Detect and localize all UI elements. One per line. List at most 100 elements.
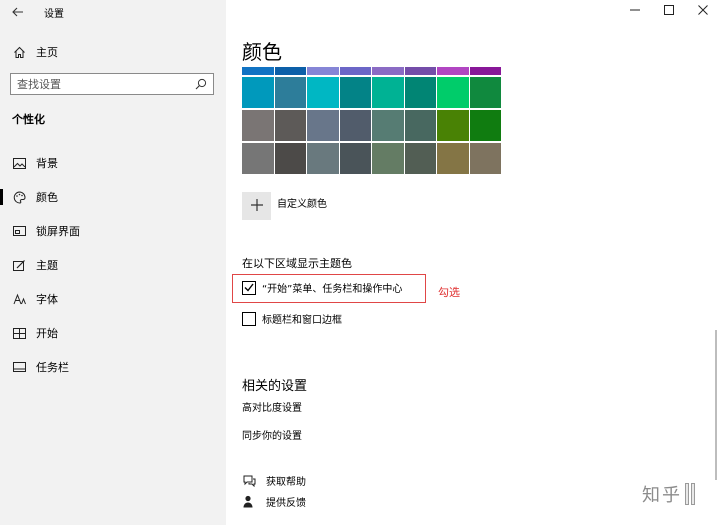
custom-color-control[interactable]: 自定义颜色 [242,192,327,220]
color-swatch[interactable] [274,110,306,141]
lock-screen-icon [12,224,26,238]
sidebar: 设置 主页 个性化 背景 颜色 锁屏界面 [0,0,226,525]
taskbar-icon [12,360,26,374]
sidebar-item-label: 字体 [36,293,58,306]
search-input[interactable] [17,77,187,91]
watermark: 知乎 [642,481,695,507]
custom-color-label: 自定义颜色 [277,199,327,210]
watermark-bars-icon [685,483,695,505]
color-swatch[interactable] [404,110,436,141]
sidebar-item-colors[interactable]: 颜色 [0,180,226,214]
color-swatch-row [242,143,502,174]
sidebar-item-label: 颜色 [36,191,58,204]
sidebar-item-lock-screen[interactable]: 锁屏界面 [0,214,226,248]
window-controls [618,0,720,22]
color-swatch[interactable] [437,110,469,141]
color-strip-swatch[interactable] [274,67,306,75]
color-swatch[interactable] [437,143,469,174]
home-label: 主页 [36,46,58,59]
color-swatch[interactable] [339,110,371,141]
sidebar-item-themes[interactable]: 主题 [0,248,226,282]
sidebar-item-fonts[interactable]: 字体 [0,282,226,316]
color-swatch[interactable] [437,77,469,108]
color-swatch[interactable] [469,77,501,108]
sidebar-home[interactable]: 主页 [12,44,58,60]
maximize-icon [664,4,674,18]
get-help-link[interactable]: 获取帮助 [242,473,306,488]
color-swatch[interactable] [307,77,339,108]
maximize-button[interactable] [652,0,686,22]
section-title: 个性化 [12,113,45,126]
color-strip-swatch[interactable] [469,67,501,75]
feedback-label: 提供反馈 [266,498,306,509]
scrollbar[interactable] [715,330,717,480]
color-swatch[interactable] [404,143,436,174]
sidebar-nav: 背景 颜色 锁屏界面 主题 字体 开始 任务栏 [0,146,226,384]
minimize-icon [630,5,640,18]
color-swatch-row [242,77,502,108]
show-accent-title: 在以下区域显示主题色 [242,257,352,270]
checkbox-titlebar-label: 标题栏和窗口边框 [262,315,342,326]
feedback-person-icon [242,495,256,509]
checkbox-start-box[interactable] [242,280,256,295]
color-swatch[interactable] [274,143,306,174]
custom-color-button[interactable] [242,192,271,220]
sidebar-item-taskbar[interactable]: 任务栏 [0,350,226,384]
window-title: 设置 [44,8,64,20]
page-title: 颜色 [242,40,282,64]
color-swatch-rows [242,77,502,174]
color-swatch[interactable] [372,110,404,141]
link-sync-settings[interactable]: 同步你的设置 [242,427,302,442]
sidebar-item-label: 锁屏界面 [36,225,80,238]
color-strip-swatch[interactable] [404,67,436,75]
color-swatch[interactable] [242,143,274,174]
sidebar-item-label: 背景 [36,157,58,170]
help-chat-icon [242,474,256,488]
color-swatch[interactable] [469,110,501,141]
color-swatch[interactable] [372,77,404,108]
annotation-text: 勾选 [438,286,460,299]
color-swatch[interactable] [274,77,306,108]
color-swatch[interactable] [404,77,436,108]
link-high-contrast[interactable]: 高对比度设置 [242,399,302,414]
color-swatch[interactable] [307,110,339,141]
title-bar: 设置 [10,4,64,20]
checkmark-icon [244,283,254,292]
color-strip-swatch[interactable] [339,67,371,75]
color-strip-swatch[interactable] [307,67,339,75]
color-swatch[interactable] [242,77,274,108]
sidebar-item-start[interactable]: 开始 [0,316,226,350]
home-icon [12,45,26,59]
close-icon [698,4,708,18]
sidebar-item-background[interactable]: 背景 [0,146,226,180]
color-swatch[interactable] [469,143,501,174]
sidebar-item-label: 主题 [36,259,58,272]
color-strip-swatch[interactable] [372,67,404,75]
back-arrow-icon[interactable] [10,4,26,20]
color-swatch[interactable] [307,143,339,174]
color-swatch[interactable] [339,143,371,174]
color-strip-row [242,67,502,75]
search-box[interactable] [10,73,214,95]
checkbox-titlebar[interactable]: 标题栏和窗口边框 [242,311,342,326]
color-strip-swatch[interactable] [437,67,469,75]
color-swatch[interactable] [339,77,371,108]
theme-brush-icon [12,258,26,272]
plus-icon [250,196,264,217]
main-content: 颜色 自定义颜色 在以下区域显示主题色 “开始”菜单、任务栏和操作中心 勾选 标… [226,0,720,525]
minimize-button[interactable] [618,0,652,22]
color-swatch[interactable] [372,143,404,174]
checkbox-start-taskbar[interactable]: “开始”菜单、任务栏和操作中心 [242,280,402,295]
close-button[interactable] [686,0,720,22]
color-strip-swatch[interactable] [242,67,274,75]
checkbox-titlebar-box[interactable] [242,311,256,326]
checkbox-start-label: “开始”菜单、任务栏和操作中心 [262,284,403,295]
color-swatch[interactable] [242,110,274,141]
sidebar-item-label: 任务栏 [36,361,69,374]
feedback-link[interactable]: 提供反馈 [242,494,306,509]
picture-icon [12,156,26,170]
sidebar-item-label: 开始 [36,327,58,340]
font-icon [12,292,26,306]
search-icon[interactable] [195,78,207,90]
get-help-label: 获取帮助 [266,477,306,488]
